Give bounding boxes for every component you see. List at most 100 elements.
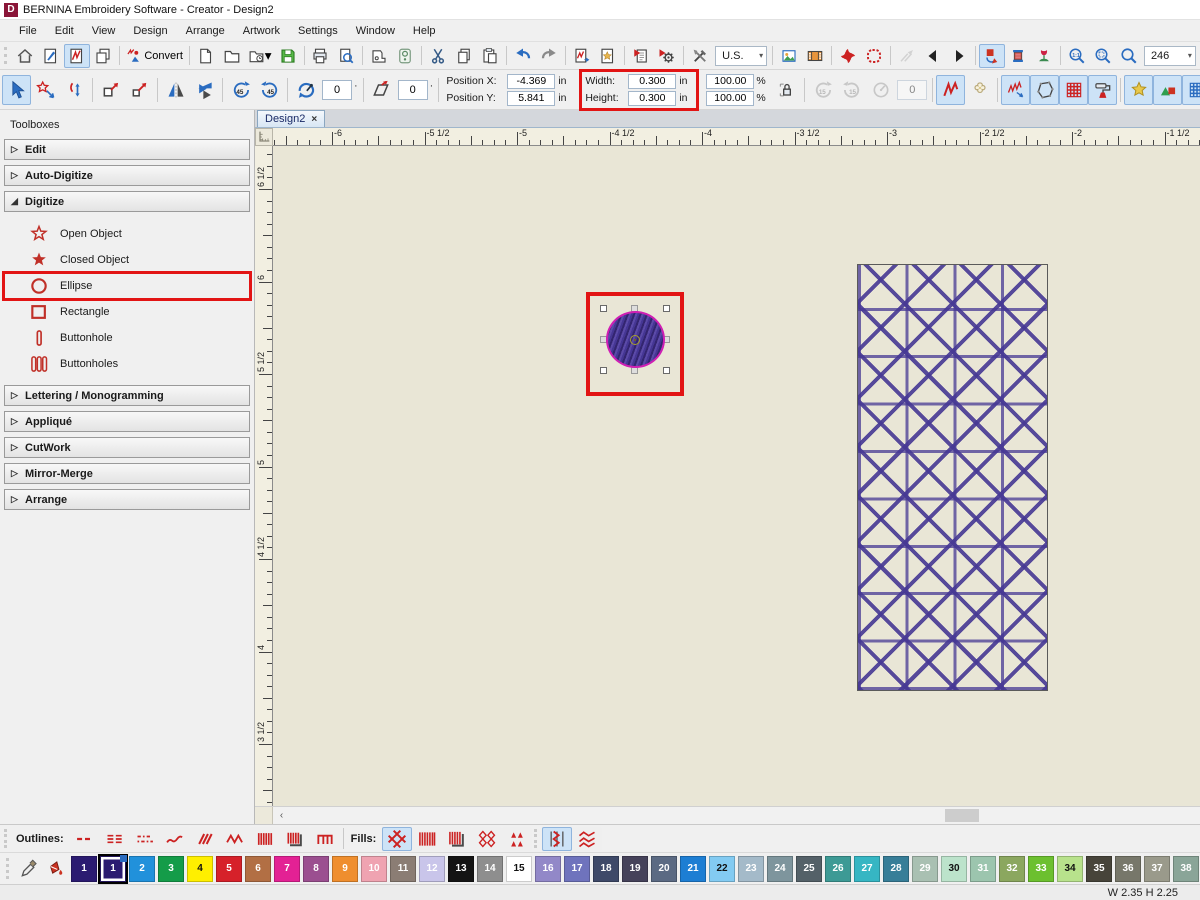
color-swatch-16[interactable]: 16 (535, 855, 561, 882)
color-swatch-22[interactable]: 22 (709, 855, 735, 882)
copy-button[interactable] (451, 44, 477, 68)
options-button[interactable] (654, 44, 680, 68)
color-swatch-32[interactable]: 32 (999, 855, 1025, 882)
stitch-player-button[interactable] (835, 44, 861, 68)
selection-handle[interactable] (663, 305, 670, 312)
selection-handle[interactable] (631, 367, 638, 374)
color-swatch-7[interactable]: 7 (274, 855, 300, 882)
position-y-input[interactable] (507, 90, 556, 106)
color-swatch-34[interactable]: 34 (1057, 855, 1083, 882)
tool-ellipse[interactable]: Ellipse (2, 271, 252, 301)
rotate-15-cw-button[interactable]: 15 (837, 75, 866, 105)
fill-lattice-button[interactable] (382, 826, 413, 851)
current-color-swatch[interactable]: 1 (71, 855, 97, 882)
rotate-dial-input[interactable] (897, 79, 928, 100)
reshape-button[interactable] (31, 75, 60, 105)
horizontal-scrollbar[interactable]: ‹ (255, 806, 1200, 824)
menu-window[interactable]: Window (347, 22, 404, 40)
color-swatch-17[interactable]: 17 (564, 855, 590, 882)
open-design-button[interactable] (219, 44, 245, 68)
show-vectors-button[interactable] (1153, 74, 1183, 105)
fill-zigzag-lines-button[interactable] (572, 826, 603, 851)
color-swatch-36[interactable]: 36 (1115, 855, 1141, 882)
color-swatch-8[interactable]: 8 (303, 855, 329, 882)
lattice-fill-object[interactable] (857, 264, 1048, 691)
tool-buttonhole[interactable]: Buttonhole (4, 325, 250, 351)
color-swatch-37[interactable]: 37 (1144, 855, 1170, 882)
tool-closed-object[interactable]: Closed Object (4, 247, 250, 273)
selection-handle[interactable] (663, 367, 670, 374)
color-picker-tool[interactable] (17, 856, 41, 882)
fill-motif-button[interactable] (502, 826, 533, 851)
color-swatch-15[interactable]: 15 (506, 855, 532, 882)
multi-hooping-button[interactable] (90, 44, 116, 68)
show-artwork-button[interactable] (1124, 74, 1154, 105)
color-swatch-12[interactable]: 12 (419, 855, 445, 882)
zoom-level-combo[interactable]: 246 ▾ (1143, 45, 1196, 66)
color-swatch-20[interactable]: 20 (651, 855, 677, 882)
print-button[interactable] (307, 44, 333, 68)
color-swatch-3[interactable]: 3 (158, 855, 184, 882)
color-swatch-28[interactable]: 28 (883, 855, 909, 882)
color-swatch-38[interactable]: 38 (1173, 855, 1199, 882)
color-swatch-33[interactable]: 33 (1028, 855, 1054, 882)
color-swatch-35[interactable]: 35 (1086, 855, 1112, 882)
selected-color-swatch[interactable]: 1 (98, 853, 128, 884)
sidebar-section-appliqu-[interactable]: ▷ Appliqué (4, 411, 250, 432)
scale-center-button[interactable] (125, 75, 154, 105)
write-to-machine-button[interactable] (366, 44, 392, 68)
select-button[interactable] (2, 74, 31, 105)
sidebar-section-lettering-monogramming[interactable]: ▷ Lettering / Monogramming (4, 385, 250, 406)
outline-raised-satin-button[interactable] (279, 826, 310, 851)
outline-single-button[interactable] (69, 826, 100, 851)
mirror-vertical-button[interactable] (190, 75, 219, 105)
fill-bucket-tool[interactable] (44, 856, 68, 882)
show-grid-overlay-button[interactable] (1182, 74, 1200, 105)
film-strip-button[interactable] (802, 44, 828, 68)
menu-design[interactable]: Design (124, 22, 176, 40)
show-hoop-button[interactable] (861, 44, 887, 68)
show-stitches-button[interactable] (1001, 74, 1031, 105)
outline-open-object-button[interactable] (309, 826, 340, 851)
undo-button[interactable] (510, 44, 536, 68)
insert-embroidery-button[interactable] (569, 44, 595, 68)
color-swatch-13[interactable]: 13 (448, 855, 474, 882)
color-swatch-25[interactable]: 25 (796, 855, 822, 882)
tab-design2[interactable]: Design2 × (257, 110, 326, 127)
color-swatch-14[interactable]: 14 (477, 855, 503, 882)
my-threads-button[interactable] (1031, 44, 1057, 68)
next-color-button[interactable] (946, 44, 972, 68)
menu-view[interactable]: View (83, 22, 125, 40)
fill-raised-satin-button[interactable] (442, 826, 473, 851)
tab-close-icon[interactable]: × (311, 114, 317, 125)
scrollbar-track[interactable] (290, 807, 1200, 824)
scale-y-input[interactable] (706, 90, 755, 106)
color-swatch-31[interactable]: 31 (970, 855, 996, 882)
menu-settings[interactable]: Settings (289, 22, 347, 40)
send-to-hoop-button[interactable] (392, 44, 418, 68)
color-swatch-29[interactable]: 29 (912, 855, 938, 882)
open-recent-button[interactable]: ▾ (245, 44, 275, 68)
color-swatch-4[interactable]: 4 (187, 855, 213, 882)
scroll-left-button[interactable]: ‹ (273, 807, 290, 824)
tool-rectangle[interactable]: Rectangle (4, 299, 250, 325)
color-swatch-21[interactable]: 21 (680, 855, 706, 882)
color-swatch-18[interactable]: 18 (593, 855, 619, 882)
design-properties-button[interactable] (628, 44, 654, 68)
show-needle-points-button[interactable] (1059, 74, 1089, 105)
outline-triple-button[interactable] (99, 826, 130, 851)
skew-angle-input[interactable] (397, 79, 428, 100)
menu-file[interactable]: File (10, 22, 46, 40)
outline-stemstitch-button[interactable] (189, 826, 220, 851)
sidebar-section-mirror-merge[interactable]: ▷ Mirror-Merge (4, 463, 250, 484)
quick-tools-button[interactable] (687, 44, 713, 68)
tool-open-object[interactable]: Open Object (4, 221, 250, 247)
rotate-cw-45-button[interactable]: 45 (255, 75, 284, 105)
color-swatch-30[interactable]: 30 (941, 855, 967, 882)
position-x-input[interactable] (507, 73, 556, 89)
color-swatch-5[interactable]: 5 (216, 855, 242, 882)
sidebar-section-arrange[interactable]: ▷ Arrange (4, 489, 250, 510)
color-swatch-6[interactable]: 6 (245, 855, 271, 882)
insert-artwork-button[interactable] (595, 44, 621, 68)
sidebar-section-digitize[interactable]: ◢ Digitize (4, 191, 250, 212)
